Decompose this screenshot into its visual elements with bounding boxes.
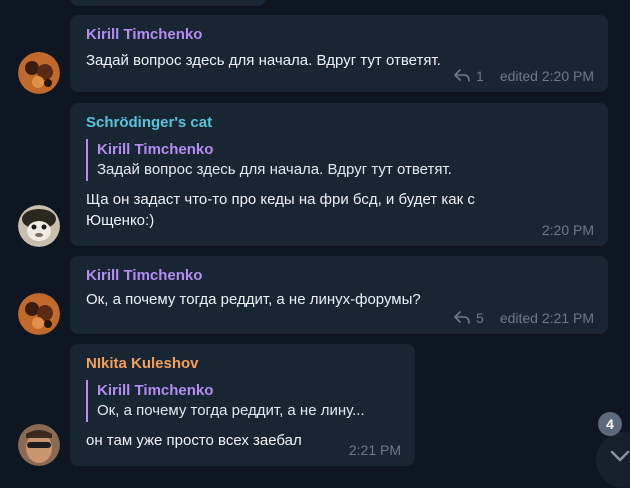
- chevron-down-icon: [610, 450, 630, 462]
- sender-name[interactable]: Schrödinger's cat: [86, 113, 594, 133]
- message-text-line: Ща он задаст что-то про кеды на фри бсд,…: [86, 191, 475, 208]
- message-meta: 2:20 PM: [542, 222, 594, 238]
- quote-text: Ок, а почему тогда реддит, а не лину...: [97, 402, 365, 419]
- message-time: 2:20 PM: [541, 222, 594, 238]
- message-time: 2:21 PM: [348, 442, 401, 458]
- scroll-to-bottom-button[interactable]: [596, 432, 630, 488]
- message-bubble[interactable]: NIkita Kuleshov Kirill Timchenko Ок, а п…: [70, 344, 415, 466]
- avatar-kirill[interactable]: [18, 293, 60, 335]
- quote-text: Задай вопрос здесь для начала. Вдруг тут…: [97, 161, 452, 178]
- message-meta: 5 edited 2:21 PM: [454, 310, 594, 326]
- reply-count[interactable]: 5: [476, 310, 484, 326]
- unread-count-badge[interactable]: 4: [598, 412, 622, 436]
- avatar-schrodingers-cat[interactable]: [18, 205, 60, 247]
- sender-name[interactable]: NIkita Kuleshov: [86, 354, 401, 374]
- message-meta: 1 edited 2:20 PM: [454, 68, 594, 84]
- quote-sender: Kirill Timchenko: [97, 382, 214, 399]
- message-time: edited 2:20 PM: [499, 68, 594, 84]
- reply-quote[interactable]: Kirill Timchenko Задай вопрос здесь для …: [86, 139, 594, 181]
- message-text-line: Ющенко:): [86, 212, 155, 229]
- message-bubble[interactable]: Kirill Timchenko Ок, а почему тогда редд…: [70, 256, 608, 334]
- message-text: Ок, а почему тогда реддит, а не линух-фо…: [86, 291, 421, 308]
- reply-arrow-icon[interactable]: [454, 311, 470, 325]
- quote-sender: Kirill Timchenko: [97, 141, 214, 158]
- reply-count[interactable]: 1: [476, 68, 484, 84]
- message-bubble[interactable]: Kirill Timchenko Задай вопрос здесь для …: [70, 15, 608, 92]
- sender-name[interactable]: Kirill Timchenko: [86, 25, 594, 45]
- reply-arrow-icon[interactable]: [454, 69, 470, 83]
- sender-name[interactable]: Kirill Timchenko: [86, 266, 594, 286]
- previous-message-bubble: [70, 0, 266, 6]
- chat-message-list[interactable]: Kirill Timchenko Задай вопрос здесь для …: [0, 0, 630, 488]
- message-meta: 2:21 PM: [349, 442, 401, 458]
- avatar-nikita[interactable]: [18, 424, 60, 466]
- avatar-kirill[interactable]: [18, 52, 60, 94]
- message-bubble[interactable]: Schrödinger's cat Kirill Timchenko Задай…: [70, 103, 608, 246]
- message-time: edited 2:21 PM: [499, 310, 594, 326]
- reply-quote[interactable]: Kirill Timchenko Ок, а почему тогда редд…: [86, 380, 393, 422]
